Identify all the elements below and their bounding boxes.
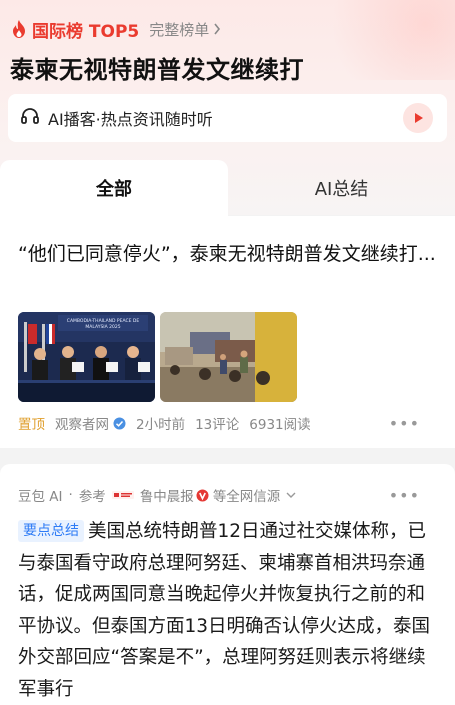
news-image-convoy[interactable] — [160, 312, 297, 402]
news-source[interactable]: 观察者网 — [55, 413, 109, 433]
chevron-right-icon — [213, 23, 221, 35]
svg-text:MALAYSIA 2025: MALAYSIA 2025 — [85, 324, 120, 330]
news-reads: 6931阅读 — [249, 417, 311, 433]
page-title: 泰柬无视特朗普发文继续打 — [10, 56, 304, 84]
pinned-badge: 置顶 — [18, 417, 45, 433]
news-image-signing[interactable]: CAMBODIA-THAILAND PEACE DE MALAYSIA 2025 — [18, 312, 155, 402]
fire-icon — [10, 18, 28, 40]
summary-body: 要点总结 美国总统特朗普12日通过社交媒体称，已与泰国看守政府总理阿努廷、柬埔寨首… — [18, 516, 440, 705]
reference-suffix[interactable]: 等全网信源 — [213, 485, 281, 505]
ai-summary-card[interactable]: 豆包 AI · 参考 鲁中晨报 等全网信源 ••• 要点总结 美国总统特朗普12日… — [0, 464, 455, 705]
headphones-icon — [20, 106, 40, 130]
summary-text: 美国总统特朗普12日通过社交媒体称，已与泰国看守政府总理阿努廷、柬埔寨首相洪玛奈… — [18, 521, 431, 700]
podcast-label: AI播客·热点资讯随时听 — [48, 110, 213, 129]
red-verified-icon — [196, 489, 209, 502]
more-options-icon[interactable]: ••• — [389, 486, 420, 505]
news-time: 2小时前 — [136, 417, 186, 433]
reference-source[interactable]: 鲁中晨报 — [140, 485, 194, 505]
key-points-badge: 要点总结 — [18, 520, 84, 542]
ranking-row[interactable]: 国际榜 TOP5 完整榜单 — [10, 16, 221, 42]
play-button[interactable] — [403, 103, 433, 133]
verified-icon — [113, 417, 126, 430]
reference-label: 参考 — [78, 489, 106, 505]
ranking-label: 国际榜 TOP5 — [32, 21, 140, 42]
banner-decoration — [305, 0, 455, 80]
tab-all[interactable]: 全部 — [0, 160, 228, 216]
tab-bar: 全部 AI总结 — [0, 160, 455, 216]
play-icon — [415, 113, 423, 123]
tab-ai-summary[interactable]: AI总结 — [228, 160, 455, 216]
ai-source: 豆包 AI — [18, 489, 63, 505]
svg-text:CAMBODIA-THAILAND PEACE DE: CAMBODIA-THAILAND PEACE DE — [67, 318, 140, 324]
news-card[interactable]: “他们已同意停火”，泰柬无视特朗普发文继续打... CAMBODIA-THAIL… — [0, 216, 455, 448]
newspaper-logo-icon — [111, 488, 134, 502]
full-ranking-link[interactable]: 完整榜单 — [149, 19, 209, 40]
news-title[interactable]: “他们已同意停火”，泰柬无视特朗普发文继续打... — [18, 238, 438, 270]
ai-podcast-bar[interactable]: AI播客·热点资讯随时听 — [8, 94, 447, 142]
news-comments[interactable]: 13评论 — [195, 413, 239, 433]
more-options-icon[interactable]: ••• — [389, 414, 420, 433]
summary-meta: 豆包 AI · 参考 鲁中晨报 等全网信源 ••• — [18, 484, 438, 506]
separator: · — [68, 487, 73, 503]
news-meta: 置顶 观察者网 2小时前 13评论 6931阅读 ••• — [18, 412, 438, 434]
chevron-down-icon[interactable] — [286, 491, 296, 499]
